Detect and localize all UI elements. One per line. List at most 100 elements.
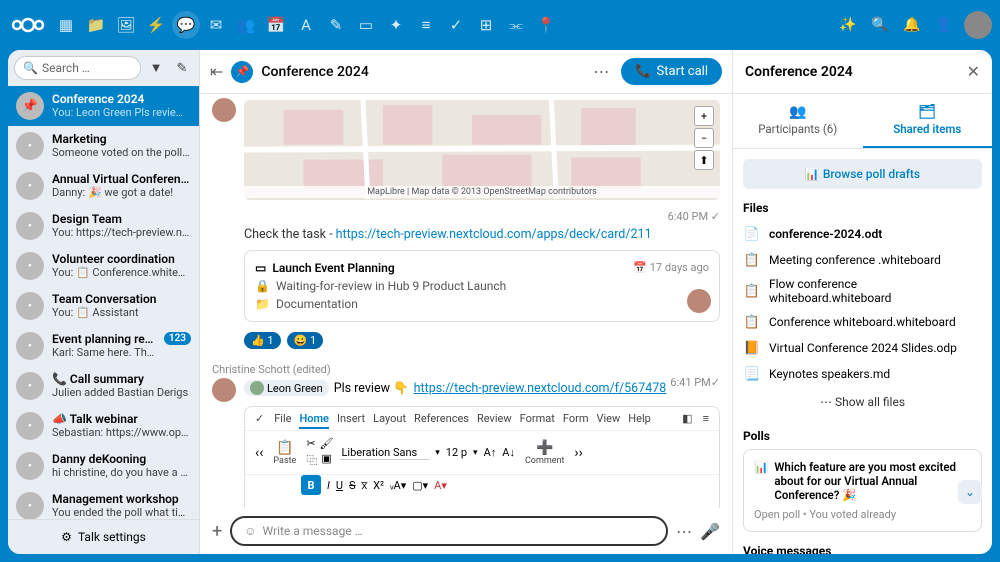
comment-button[interactable]: ➕Comment [521, 438, 568, 468]
new-conversation-icon[interactable]: ✎ [171, 57, 193, 79]
superscript-button[interactable]: X² [373, 479, 384, 492]
attach-button[interactable]: + [212, 521, 222, 542]
conversation-item[interactable]: •Management workshopYou ended the poll w… [8, 486, 199, 519]
highlight-button[interactable]: ▢▾ [412, 479, 428, 492]
files-icon[interactable]: 📁 [82, 11, 110, 39]
menu-home[interactable]: Home [299, 412, 329, 429]
text-icon[interactable]: A [292, 11, 320, 39]
file-link[interactable]: https://tech-preview.nextcloud.com/f/567… [414, 381, 667, 396]
dashboard-icon[interactable]: ▦ [52, 11, 80, 39]
paste-button[interactable]: 📋Paste [269, 438, 300, 468]
menu-format[interactable]: Format [520, 412, 555, 425]
show-all-files-button[interactable]: ⋯ Show all files [743, 387, 982, 417]
font-select[interactable]: Liberation Sans [340, 446, 430, 460]
check-icon[interactable]: ✓ [442, 11, 470, 39]
map-compass[interactable]: ⬆ [694, 150, 714, 170]
save-icon[interactable]: ✓ [255, 412, 264, 425]
chevron-left-icon[interactable]: ‹‹ [255, 445, 263, 461]
link-icon[interactable]: ⫘ [502, 11, 530, 39]
conversation-item[interactable]: •📞 Call summaryJulien added Bastian Deri… [8, 366, 199, 406]
cut-icon[interactable]: ✂ [306, 437, 315, 450]
map-preview[interactable]: + − ⬆ MapLibre | Map data © 2013 OpenStr… [244, 100, 720, 200]
menu-review[interactable]: Review [477, 412, 512, 425]
map-zoom-in[interactable]: + [694, 106, 714, 126]
scroll-to-bottom-button[interactable]: ⌄ [958, 480, 982, 504]
tasks-icon[interactable]: ≡ [412, 11, 440, 39]
more-icon[interactable]: ⋯ [676, 522, 692, 541]
chat-messages[interactable]: + − ⬆ MapLibre | Map data © 2013 OpenStr… [200, 94, 732, 508]
file-item[interactable]: 📋Flow conference whiteboard.whiteboard [743, 273, 982, 309]
app-logo[interactable] [8, 16, 48, 34]
select-all-icon[interactable]: ▣ [321, 452, 331, 468]
start-call-button[interactable]: 📞Start call [621, 58, 722, 85]
file-item[interactable]: 📋Conference whiteboard.whiteboard [743, 309, 982, 335]
user-mention[interactable]: Leon Green [244, 380, 329, 396]
menu-references[interactable]: References [414, 412, 469, 425]
poll-card[interactable]: 📊Which feature are you most excited abou… [743, 449, 982, 532]
notifications-icon[interactable]: 🔔 [900, 13, 924, 37]
reaction-button[interactable]: 👍 1 [244, 332, 281, 349]
search-icon[interactable]: 🔍 [868, 13, 892, 37]
talk-icon[interactable]: 💬 [172, 11, 200, 39]
list-icon[interactable]: ≡ [703, 412, 709, 425]
conversation-item[interactable]: •Danny deKooninghi christine, do you hav… [8, 446, 199, 486]
tab-shared-items[interactable]: 🗂Shared items [863, 94, 993, 148]
file-item[interactable]: 📙Virtual Conference 2024 Slides.odp [743, 335, 982, 361]
tab-participants[interactable]: 👥Participants (6) [733, 94, 863, 148]
assistant-icon[interactable]: ✨ [836, 13, 860, 37]
conversation-item[interactable]: •Design TeamYou: https://tech-preview.ne… [8, 206, 199, 246]
filter-icon[interactable]: ▼ [145, 57, 167, 79]
star-icon[interactable]: ✦ [382, 11, 410, 39]
close-icon[interactable]: ✕ [967, 62, 980, 81]
conversation-item[interactable]: •MarketingSomeone voted on the poll Ho… [8, 126, 199, 166]
mic-icon[interactable]: 🎤 [700, 522, 720, 541]
font-color-button[interactable]: A▾ [434, 479, 447, 492]
strike-button[interactable]: S [349, 479, 356, 492]
browse-poll-drafts-button[interactable]: 📊 Browse poll drafts [743, 159, 982, 189]
conversation-menu-icon[interactable]: ⋯ [589, 58, 613, 85]
format-painter-icon[interactable]: 🖌 [320, 437, 334, 450]
task-link[interactable]: https://tech-preview.nextcloud.com/apps/… [336, 227, 652, 242]
deck-icon[interactable]: ▭ [352, 11, 380, 39]
case-button[interactable]: ᵥA▾ [390, 479, 406, 492]
document-embed[interactable]: ✓ File Home Insert Layout References Review Fo… [244, 406, 720, 508]
italic-button[interactable]: I [327, 479, 330, 492]
conversation-item[interactable]: •Event planning reviewKarl: Same here. T… [8, 326, 199, 366]
emoji-icon[interactable]: ☺ [244, 524, 256, 538]
activity-icon[interactable]: ⚡ [142, 11, 170, 39]
collapse-sidebar-icon[interactable]: ⇤ [210, 62, 223, 81]
conversation-list[interactable]: 📌Conference 2024You: Leon Green Pls revi… [8, 86, 199, 519]
menu-layout[interactable]: Layout [373, 412, 406, 425]
bold-button[interactable]: B [301, 475, 321, 495]
user-avatar[interactable] [964, 11, 992, 39]
menu-help[interactable]: Help [628, 412, 651, 425]
chevron-right-icon[interactable]: ›› [574, 445, 582, 461]
document-content[interactable]: 1. Application Information Name of Organ… [245, 501, 719, 508]
talk-settings-button[interactable]: ⚙Talk settings [8, 519, 199, 554]
file-item[interactable]: 📋Meeting conference .whiteboard [743, 247, 982, 273]
underline-button[interactable]: U [336, 479, 343, 492]
conversation-item[interactable]: •Volunteer coordinationYou: 📋 Conference… [8, 246, 199, 286]
copy-icon[interactable]: ⿻ [306, 452, 317, 468]
mail-icon[interactable]: ✉ [202, 11, 230, 39]
maps-icon[interactable]: 📍 [532, 11, 560, 39]
overline-button[interactable]: x̅ [362, 479, 368, 492]
notes-icon[interactable]: ✎ [322, 11, 350, 39]
calendar-icon[interactable]: 📅 [262, 11, 290, 39]
message-input[interactable]: ☺Write a message … [230, 516, 668, 546]
file-item[interactable]: 📄conference-2024.odt [743, 221, 982, 247]
search-input[interactable]: 🔍Search … [14, 56, 141, 80]
conversation-item[interactable]: •Team ConversationYou: 📋 Assistant [8, 286, 199, 326]
contacts-menu-icon[interactable]: 👤 [932, 13, 956, 37]
deck-card-preview[interactable]: ▭Launch Event Planning 📅 17 days ago 🔒Wa… [244, 250, 720, 322]
tables-icon[interactable]: ⊞ [472, 11, 500, 39]
contacts-icon[interactable]: 👥 [232, 11, 260, 39]
photos-icon[interactable]: 🖼 [112, 11, 140, 39]
conversation-item[interactable]: 📌Conference 2024You: Leon Green Pls revi… [8, 86, 199, 126]
conversation-item[interactable]: •Annual Virtual ConferenceDanny: 🎉 we go… [8, 166, 199, 206]
menu-insert[interactable]: Insert [337, 412, 365, 425]
menu-form[interactable]: Form [563, 412, 589, 425]
menu-file[interactable]: File [274, 412, 291, 425]
menu-view[interactable]: View [596, 412, 620, 425]
map-zoom-out[interactable]: − [694, 128, 714, 148]
